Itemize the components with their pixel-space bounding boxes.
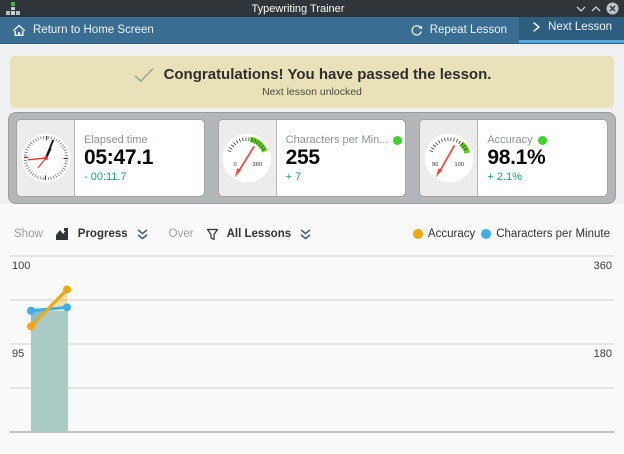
- repeat-lesson-label: Repeat Lesson: [430, 24, 507, 36]
- card-title: Accuracy: [487, 134, 532, 146]
- progress-chart: 100 95 360 180: [0, 249, 624, 448]
- show-value-dropdown[interactable]: Progress: [78, 228, 128, 240]
- cpm-card: 0 360 Characters per Min... 255 + 7: [218, 119, 407, 197]
- return-home-label: Return to Home Screen: [33, 24, 154, 36]
- app-icon: [6, 2, 20, 15]
- status-ok-dot: [393, 136, 402, 145]
- area-chart-icon: [55, 227, 70, 241]
- toolbar: Return to Home Screen Repeat Lesson Next…: [0, 17, 624, 44]
- progress-chart-canvas: 100 95 360 180: [0, 249, 624, 448]
- svg-text:360: 360: [594, 260, 612, 272]
- card-title: Elapsed time: [84, 134, 148, 146]
- accuracy-value: 98.1%: [487, 146, 598, 170]
- congratulations-banner: Congratulations! You have passed the les…: [10, 56, 614, 108]
- app-window: Typewriting Trainer Return to Home Scree…: [0, 0, 624, 454]
- over-value-dropdown[interactable]: All Lessons: [227, 228, 292, 240]
- accuracy-delta: + 2.1%: [487, 171, 598, 183]
- maximize-icon[interactable]: [591, 5, 601, 13]
- card-title: Characters per Min...: [286, 134, 389, 146]
- elapsed-time-delta: - 00:11.7: [84, 171, 195, 183]
- stats-panel: Elapsed time 05:47.1 - 00:11.7 0 360 Cha…: [8, 112, 616, 204]
- accuracy-gauge-icon: 90 100: [420, 120, 478, 196]
- refresh-icon: [410, 24, 423, 37]
- svg-text:95: 95: [12, 348, 24, 360]
- graph-filter-row: Show Progress Over All Lessons: [14, 227, 610, 241]
- graph-section: Show Progress Over All Lessons: [0, 204, 624, 454]
- banner-subtitle: Next lesson unlocked: [262, 86, 362, 98]
- accuracy-legend-dot: [413, 229, 423, 239]
- return-home-button[interactable]: Return to Home Screen: [0, 17, 166, 43]
- cpm-value: 255: [286, 146, 397, 170]
- double-chevron-down-icon[interactable]: [299, 228, 312, 241]
- banner-title: Congratulations! You have passed the les…: [164, 66, 492, 83]
- minimize-icon[interactable]: [576, 5, 586, 13]
- cpm-delta: + 7: [286, 171, 397, 183]
- clock-icon: [17, 120, 75, 196]
- elapsed-time-value: 05:47.1: [84, 146, 195, 170]
- status-ok-dot: [538, 136, 547, 145]
- svg-text:180: 180: [594, 348, 612, 360]
- title-bar: Typewriting Trainer: [0, 0, 624, 17]
- repeat-lesson-button[interactable]: Repeat Lesson: [398, 17, 519, 43]
- cpm-legend-dot: [481, 229, 491, 239]
- elapsed-time-card: Elapsed time 05:47.1 - 00:11.7: [16, 119, 205, 197]
- svg-text:90: 90: [432, 162, 439, 168]
- chart-legend: Accuracy Characters per Minute: [413, 228, 610, 240]
- checkmark-icon: [133, 67, 155, 83]
- svg-text:360: 360: [253, 162, 264, 168]
- filter-funnel-icon: [206, 228, 219, 241]
- legend-accuracy[interactable]: Accuracy: [413, 228, 475, 240]
- over-label: Over: [169, 228, 194, 240]
- speed-gauge-icon: 0 360: [219, 120, 277, 196]
- window-title: Typewriting Trainer: [20, 3, 576, 15]
- show-label: Show: [14, 228, 43, 240]
- home-icon: [12, 24, 26, 37]
- close-icon[interactable]: [606, 2, 619, 15]
- legend-accuracy-label: Accuracy: [428, 228, 475, 240]
- next-lesson-label: Next Lesson: [548, 21, 612, 33]
- double-chevron-down-icon[interactable]: [136, 228, 149, 241]
- svg-text:100: 100: [12, 260, 30, 272]
- accuracy-card: 90 100 Accuracy 98.1% + 2.1%: [419, 119, 608, 197]
- svg-text:100: 100: [454, 162, 465, 168]
- chevron-right-icon: [531, 21, 541, 33]
- legend-cpm[interactable]: Characters per Minute: [481, 228, 610, 240]
- legend-cpm-label: Characters per Minute: [496, 228, 610, 240]
- next-lesson-button[interactable]: Next Lesson: [519, 17, 624, 43]
